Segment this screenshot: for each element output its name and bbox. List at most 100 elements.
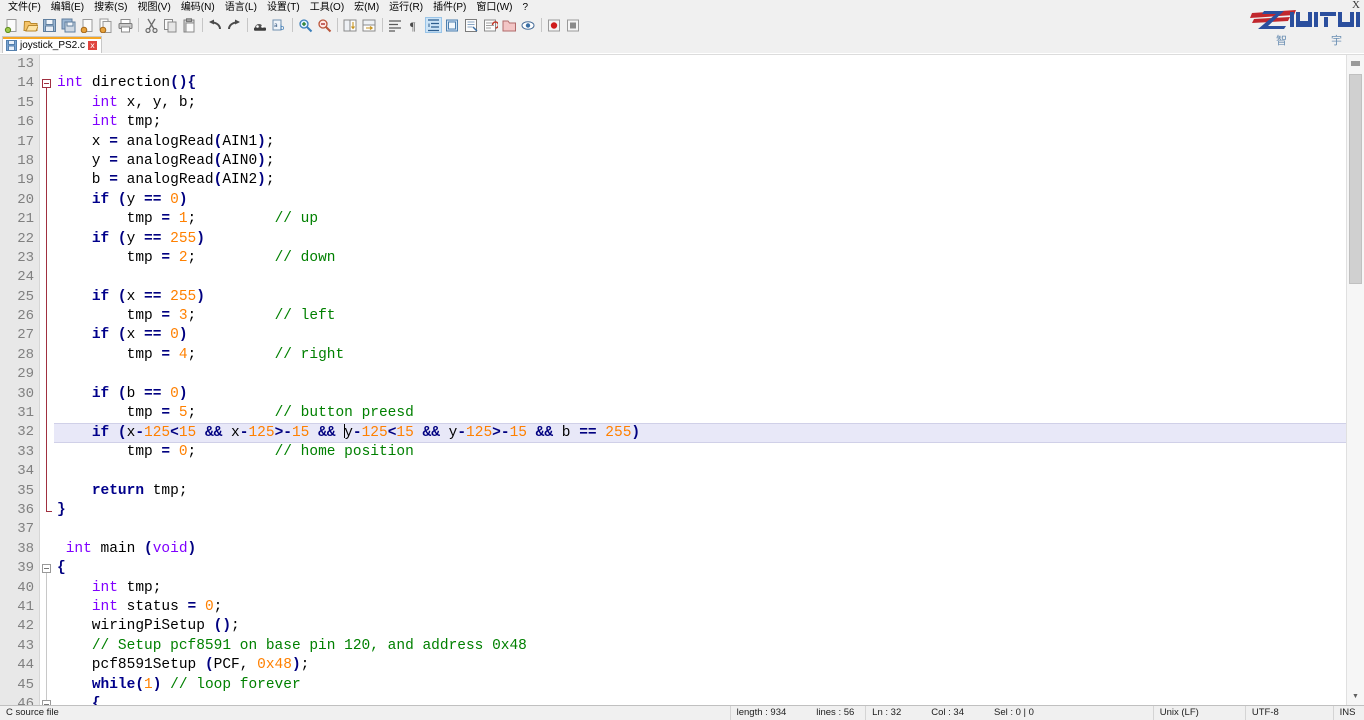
code-line[interactable]: tmp = 3; // left	[54, 307, 1364, 326]
menu-search[interactable]: 搜索(S)	[89, 0, 132, 15]
menu-run[interactable]: 运行(R)	[384, 0, 428, 15]
code-line[interactable]: {	[54, 559, 1364, 578]
code-line[interactable]: while(1) // loop forever	[54, 676, 1364, 695]
code-line[interactable]: return tmp;	[54, 482, 1364, 501]
doc-map-icon[interactable]	[463, 17, 480, 33]
record-macro-icon[interactable]	[546, 17, 563, 33]
menu-help[interactable]: ?	[518, 0, 534, 15]
code-line[interactable]	[54, 268, 1364, 287]
tab-close-icon[interactable]: x	[88, 40, 98, 50]
code-line[interactable]: tmp = 2; // down	[54, 249, 1364, 268]
status-lines: lines : 56	[816, 707, 855, 718]
show-all-chars-icon[interactable]: ¶	[406, 17, 423, 33]
status-length: length : 934	[736, 707, 787, 718]
line-number: 40	[17, 579, 34, 596]
stop-macro-icon[interactable]	[565, 17, 582, 33]
menu-window[interactable]: 窗口(W)	[471, 0, 517, 15]
code-line[interactable]: if (y == 255)	[54, 230, 1364, 249]
code-line[interactable]: tmp = 0; // home position	[54, 443, 1364, 462]
word-wrap-icon[interactable]	[387, 17, 404, 33]
code-line[interactable]: }	[54, 501, 1364, 520]
fold-marker	[46, 249, 47, 269]
undo-icon[interactable]	[207, 17, 224, 33]
code-line[interactable]	[54, 365, 1364, 384]
code-line[interactable]: // Setup pcf8591 on base pin 120, and ad…	[54, 637, 1364, 656]
code-line[interactable]: pcf8591Setup (PCF, 0x48);	[54, 656, 1364, 675]
monitor-icon[interactable]	[520, 17, 537, 33]
code-line[interactable]: int direction(){	[54, 74, 1364, 93]
menu-language[interactable]: 语言(L)	[220, 0, 262, 15]
code-line[interactable]: tmp = 5; // button preesd	[54, 404, 1364, 423]
code-line[interactable]: int status = 0;	[54, 598, 1364, 617]
user-language-icon[interactable]	[444, 17, 461, 33]
code-folding-margin[interactable]	[40, 55, 54, 705]
close-file-icon[interactable]	[79, 17, 96, 33]
code-line[interactable]: if (x == 0)	[54, 326, 1364, 345]
replace-icon[interactable]: ab	[271, 17, 288, 33]
menu-macro[interactable]: 宏(M)	[349, 0, 384, 15]
code-line[interactable]: wiringPiSetup ();	[54, 617, 1364, 636]
code-line[interactable]: x = analogRead(AIN1);	[54, 133, 1364, 152]
menu-edit[interactable]: 编辑(E)	[46, 0, 89, 15]
line-number: 29	[17, 366, 34, 383]
sync-horizontal-icon[interactable]	[361, 17, 378, 33]
status-bar: C source file length : 934 lines : 56 Ln…	[0, 705, 1364, 720]
line-number: 17	[17, 133, 34, 150]
code-line[interactable]	[54, 520, 1364, 539]
fold-collapse-box[interactable]	[42, 79, 51, 89]
vertical-scrollbar[interactable]: ▲ ▼	[1346, 55, 1364, 705]
code-line[interactable]: {	[54, 695, 1364, 705]
line-number: 38	[17, 540, 34, 557]
save-all-icon[interactable]	[60, 17, 77, 33]
line-number: 33	[17, 443, 34, 460]
code-line[interactable]: if (y == 0)	[54, 191, 1364, 210]
menu-tools[interactable]: 工具(O)	[305, 0, 349, 15]
line-number: 41	[17, 598, 34, 615]
menu-view[interactable]: 视图(V)	[132, 0, 175, 15]
fold-marker	[46, 365, 47, 385]
open-file-icon[interactable]	[22, 17, 39, 33]
menu-plugins[interactable]: 插件(P)	[428, 0, 471, 15]
find-icon[interactable]	[252, 17, 269, 33]
code-line[interactable]: int tmp;	[54, 113, 1364, 132]
print-icon[interactable]	[117, 17, 134, 33]
code-line[interactable]: int tmp;	[54, 579, 1364, 598]
code-line[interactable]: if (b == 0)	[54, 385, 1364, 404]
fold-collapse-box[interactable]	[42, 564, 51, 574]
code-text-area[interactable]: int direction(){ int x, y, b; int tmp; x…	[54, 55, 1364, 705]
paste-icon[interactable]	[181, 17, 198, 33]
new-file-icon[interactable]	[3, 17, 20, 33]
code-line[interactable]: tmp = 4; // right	[54, 346, 1364, 365]
code-line[interactable]: int main (void)	[54, 540, 1364, 559]
indent-guide-icon[interactable]	[425, 17, 442, 33]
tab-label: joystick_PS2.c	[20, 39, 86, 51]
zoom-out-icon[interactable]	[316, 17, 333, 33]
code-line[interactable]: if (x == 255)	[54, 288, 1364, 307]
code-line[interactable]: int x, y, b;	[54, 94, 1364, 113]
code-line[interactable]	[54, 55, 1364, 74]
code-line[interactable]: tmp = 1; // up	[54, 210, 1364, 229]
line-number: 23	[17, 249, 34, 266]
copy-icon[interactable]	[162, 17, 179, 33]
fold-marker	[46, 152, 47, 172]
menu-settings[interactable]: 设置(T)	[262, 0, 305, 15]
redo-icon[interactable]	[226, 17, 243, 33]
menu-file[interactable]: 文件(F)	[3, 0, 46, 15]
editor-area[interactable]: 13 14 15 16 17 18 19 20 21 22 23 24 25 26 27 28 29 30 31 32…	[0, 54, 1364, 705]
folder-workspace-icon[interactable]	[501, 17, 518, 33]
menu-encoding[interactable]: 编码(N)	[176, 0, 220, 15]
save-icon[interactable]	[41, 17, 58, 33]
code-line[interactable]: b = analogRead(AIN2);	[54, 171, 1364, 190]
code-line[interactable]	[54, 462, 1364, 481]
sync-vertical-icon[interactable]	[342, 17, 359, 33]
scrollbar-thumb[interactable]	[1349, 74, 1362, 284]
toolbar: a b ¶	[0, 16, 1364, 34]
scroll-down-arrow-icon[interactable]: ▼	[1347, 688, 1364, 705]
code-line[interactable]: y = analogRead(AIN0);	[54, 152, 1364, 171]
close-all-icon[interactable]	[98, 17, 115, 33]
cut-icon[interactable]	[143, 17, 160, 33]
code-line-current[interactable]: if (x-125<15 && x-125>-15 && y-125<15 &&…	[54, 423, 1364, 443]
function-list-icon[interactable]	[482, 17, 499, 33]
zoom-in-icon[interactable]	[297, 17, 314, 33]
tab-joystick-ps2-c[interactable]: joystick_PS2.c x	[2, 36, 103, 53]
